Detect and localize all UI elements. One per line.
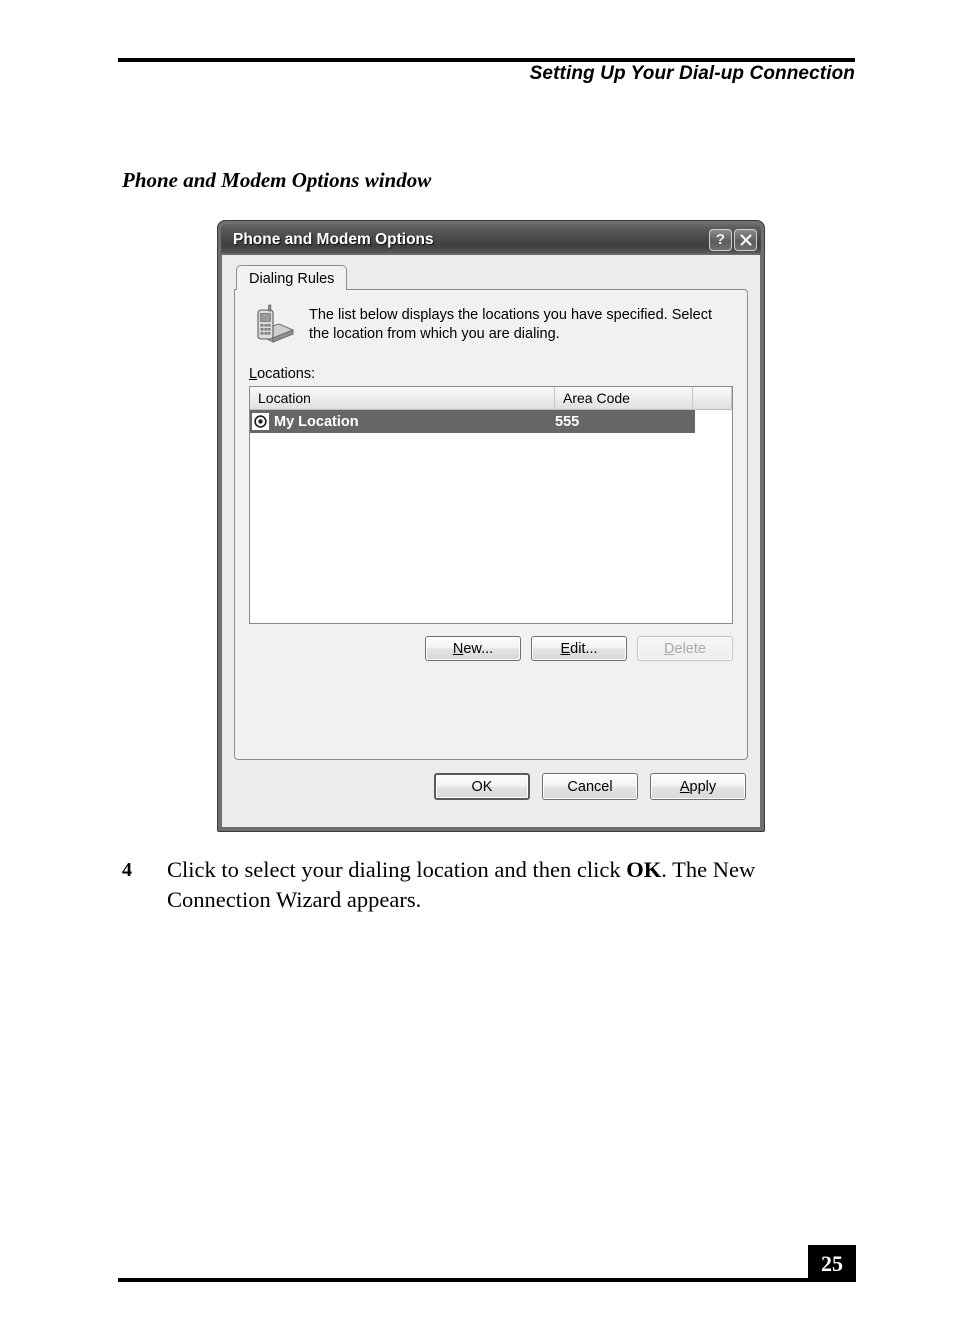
edit-button-label: dit... [570, 640, 598, 657]
help-glyph: ? [715, 231, 726, 248]
listview-header: Location Area Code [250, 387, 732, 410]
dialog-action-buttons: OK Cancel Apply [234, 773, 748, 800]
dialog-client-area: Dialing Rules The list below displays th… [222, 255, 760, 827]
column-header-location-label: Location [258, 390, 311, 406]
locations-label-rest: ocations: [257, 366, 316, 382]
edit-button[interactable]: Edit... [531, 636, 627, 661]
column-header-filler [693, 387, 732, 409]
column-header-area-code-label: Area Code [563, 390, 630, 406]
step-text-emphasis: OK [626, 857, 662, 882]
apply-button-label: pply [689, 778, 717, 795]
dialog-titlebar[interactable]: Phone and Modem Options ? [221, 224, 761, 255]
running-header: Setting Up Your Dial-up Connection [529, 63, 855, 84]
close-icon[interactable] [734, 228, 757, 251]
locations-listview[interactable]: Location Area Code My Location 555 [249, 386, 733, 624]
page-title: Phone and Modem Options window [122, 168, 432, 192]
tab-dialing-rules[interactable]: Dialing Rules [236, 265, 348, 290]
dialing-rules-panel: The list below displays the locations yo… [234, 289, 748, 760]
new-button-accel: N [452, 640, 464, 657]
step-number: 4 [122, 859, 132, 881]
locations-label-accel: L [249, 366, 258, 382]
row-area-code-cell: 555 [555, 413, 580, 430]
titlebar-button-group: ? [709, 228, 757, 251]
phone-and-modem-options-dialog: Phone and Modem Options ? Dialing Rules [217, 220, 765, 832]
column-header-area-code[interactable]: Area Code [555, 387, 693, 409]
help-icon[interactable]: ? [709, 228, 732, 251]
radio-selected-icon[interactable] [252, 413, 269, 430]
table-row[interactable]: My Location 555 [250, 410, 695, 433]
row-location-label: My Location [274, 413, 359, 430]
cancel-button[interactable]: Cancel [542, 773, 638, 800]
row-location-cell: My Location [250, 413, 555, 430]
new-button-label: ew... [463, 640, 494, 657]
listview-action-buttons: New... Edit... Delete [249, 636, 733, 661]
locations-label: Locations: [249, 366, 733, 382]
step-text-before: Click to select your dialing location an… [167, 857, 627, 882]
page-number: 25 [808, 1245, 856, 1282]
cancel-button-label: Cancel [567, 778, 613, 795]
ok-button[interactable]: OK [434, 773, 530, 800]
ok-button-label: OK [471, 778, 493, 795]
column-header-location[interactable]: Location [250, 387, 555, 409]
apply-button-accel: A [679, 778, 690, 795]
footer-rule [118, 1278, 855, 1282]
delete-button: Delete [637, 636, 733, 661]
step-text: Click to select your dialing location an… [167, 855, 767, 915]
description-text: The list below displays the locations yo… [309, 307, 712, 342]
delete-button-label: elete [674, 640, 706, 657]
tabstrip: Dialing Rules [236, 265, 748, 290]
step-item: 4 Click to select your dialing location … [122, 855, 862, 915]
new-button[interactable]: New... [425, 636, 521, 661]
dialog-title: Phone and Modem Options [233, 230, 434, 248]
header-rule [118, 58, 855, 62]
phone-and-modem-icon [249, 304, 295, 346]
delete-button-accel: D [664, 640, 675, 657]
description-row: The list below displays the locations yo… [249, 304, 733, 356]
tab-dialing-rules-label: Dialing Rules [249, 271, 335, 287]
apply-button[interactable]: Apply [650, 773, 746, 800]
edit-button-accel: E [560, 640, 571, 657]
